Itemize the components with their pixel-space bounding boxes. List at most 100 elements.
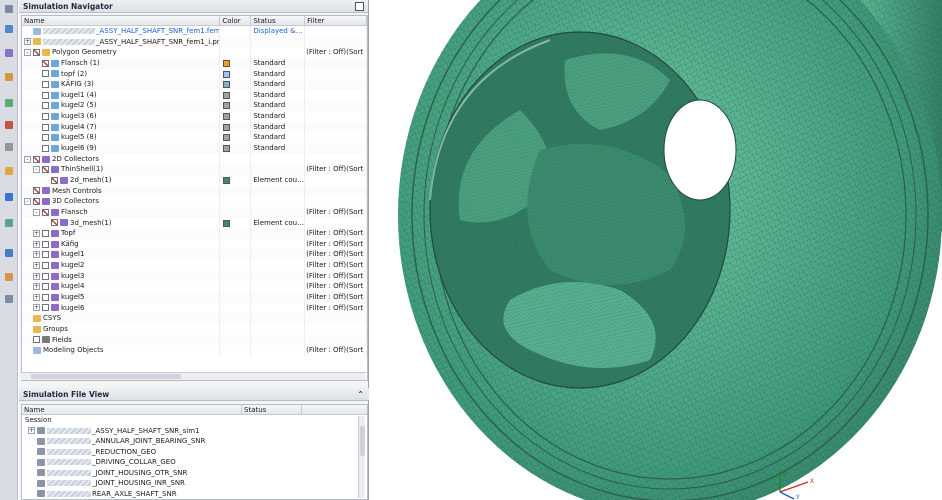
visibility-checkbox[interactable] xyxy=(42,123,49,131)
column-status[interactable]: Status xyxy=(251,16,306,25)
collapse-node-icon[interactable]: - xyxy=(33,166,40,174)
graphics-viewport[interactable]: X Z Y xyxy=(370,0,942,500)
fv-column-status[interactable]: Status xyxy=(242,405,302,414)
column-color[interactable]: Color xyxy=(220,16,252,25)
color-swatch[interactable] xyxy=(223,91,231,99)
tree-row[interactable]: CSYS xyxy=(22,313,367,324)
tree-row[interactable]: 3d_mesh(1) Element coun... xyxy=(22,217,367,229)
tree-row[interactable]: + Topf (Filter : Off)(Sort : O xyxy=(22,228,367,239)
expand-node-icon[interactable]: + xyxy=(33,304,40,312)
visibility-checkbox[interactable] xyxy=(42,70,49,78)
tree-row[interactable]: kugel5 (8) Standard xyxy=(22,132,367,144)
file-row[interactable]: _JOINT_HOUSING_OTR_SNR xyxy=(22,468,367,479)
fileview-vertical-scrollbar[interactable] xyxy=(358,416,365,498)
tree-row[interactable]: Fields xyxy=(22,334,367,346)
tree-row[interactable]: Mesh Controls xyxy=(22,185,367,197)
color-swatch[interactable] xyxy=(223,145,231,153)
visibility-checkbox[interactable] xyxy=(42,293,49,301)
sim-navigator-icon[interactable] xyxy=(2,22,16,36)
system-icon[interactable] xyxy=(2,216,16,230)
file-row[interactable]: _DRIVING_COLLAR_GEO xyxy=(22,457,367,468)
tree-row[interactable]: Modeling Objects (Filter : Off)(Sort : O xyxy=(22,345,367,356)
visibility-checkbox[interactable] xyxy=(42,102,49,110)
visibility-checkbox[interactable] xyxy=(42,59,49,67)
visibility-checkbox[interactable] xyxy=(42,261,49,269)
maximize-button[interactable] xyxy=(355,2,364,11)
expand-node-icon[interactable]: + xyxy=(28,427,35,435)
session-row[interactable]: Session xyxy=(22,415,367,426)
tree-row[interactable]: kugel1 (4) Standard xyxy=(22,89,367,101)
visibility-checkbox[interactable] xyxy=(33,198,40,206)
role-icon[interactable] xyxy=(2,292,16,306)
tree-row[interactable]: kugel6 (9) Standard xyxy=(22,143,367,154)
tree-row[interactable]: topf (2) Standard xyxy=(22,68,367,80)
fv-scroll-thumb[interactable] xyxy=(360,426,365,456)
color-swatch[interactable] xyxy=(223,102,231,110)
expand-node-icon[interactable]: + xyxy=(33,272,40,280)
expand-node-icon[interactable]: + xyxy=(24,38,31,46)
collapse-icon[interactable]: ⌃ xyxy=(357,388,364,401)
tree-row[interactable]: 2d_mesh(1) Element coun... xyxy=(22,174,367,186)
part-icon[interactable] xyxy=(2,70,16,84)
color-swatch[interactable] xyxy=(223,70,231,78)
info-icon[interactable] xyxy=(2,190,16,204)
tree-row[interactable]: _ASSY_HALF_SHAFT_SNR_fem1.fem Displayed &… xyxy=(22,26,367,37)
visibility-checkbox[interactable] xyxy=(42,144,49,152)
visibility-checkbox[interactable] xyxy=(42,112,49,120)
tree-row[interactable]: + kugel1 (Filter : Off)(Sort : O xyxy=(22,249,367,261)
color-swatch[interactable] xyxy=(223,123,231,131)
tree-row[interactable]: Groups xyxy=(22,323,367,335)
tree-row[interactable]: KÄFIG (3) Standard xyxy=(22,79,367,90)
file-row[interactable]: _REDUCTION_GEO xyxy=(22,447,367,458)
file-row[interactable]: REAR_AXLE_SHAFT_SNR xyxy=(22,489,367,500)
tree-row[interactable]: + kugel5 (Filter : Off)(Sort : O xyxy=(22,292,367,303)
constraint-icon[interactable] xyxy=(2,118,16,132)
file-row[interactable]: _ANNULAR_JOINT_BEARING_SNR xyxy=(22,436,367,447)
visibility-checkbox[interactable] xyxy=(42,251,49,259)
tree-row[interactable]: - 3D Collectors xyxy=(22,196,367,207)
tree-row[interactable]: - Flansch (Filter : Off)(Sort : O xyxy=(22,206,367,218)
horizontal-scrollbar[interactable] xyxy=(21,372,366,380)
visibility-checkbox[interactable] xyxy=(33,49,40,57)
expand-node-icon[interactable]: + xyxy=(33,229,40,237)
visibility-checkbox[interactable] xyxy=(51,176,58,184)
collapse-node-icon[interactable]: - xyxy=(33,208,40,216)
tree-row[interactable]: + kugel6 (Filter : Off)(Sort : O xyxy=(22,302,367,314)
tree-row[interactable]: - 2D Collectors xyxy=(22,153,367,165)
visibility-checkbox[interactable] xyxy=(33,155,40,163)
visibility-checkbox[interactable] xyxy=(42,304,49,312)
visibility-checkbox[interactable] xyxy=(42,81,49,89)
expand-node-icon[interactable]: + xyxy=(33,261,40,269)
tree-row[interactable]: - ThinShell(1) (Filter : Off)(Sort : O xyxy=(22,164,367,175)
expand-node-icon[interactable]: + xyxy=(33,283,40,291)
file-row[interactable]: + _ASSY_HALF_SHAFT_SNR_sim1 xyxy=(22,426,367,437)
color-swatch[interactable] xyxy=(223,176,231,184)
scroll-thumb[interactable] xyxy=(31,374,181,379)
visibility-checkbox[interactable] xyxy=(51,219,58,227)
visibility-checkbox[interactable] xyxy=(42,240,49,248)
collapse-node-icon[interactable]: - xyxy=(24,155,31,163)
tree-row[interactable]: + kugel2 (Filter : Off)(Sort : O xyxy=(22,260,367,271)
tree-row[interactable]: + kugel3 (Filter : Off)(Sort : O xyxy=(22,270,367,282)
visibility-checkbox[interactable] xyxy=(42,166,49,174)
fv-column-name[interactable]: Name xyxy=(22,405,242,414)
home-icon[interactable] xyxy=(2,2,16,16)
visibility-checkbox[interactable] xyxy=(42,91,49,99)
collapse-node-icon[interactable]: - xyxy=(24,49,31,57)
analysis-icon[interactable] xyxy=(2,164,16,178)
tree-row[interactable]: Flansch (1) Standard xyxy=(22,57,367,69)
color-swatch[interactable] xyxy=(223,113,231,121)
tree-row[interactable]: kugel2 (5) Standard xyxy=(22,100,367,112)
tree-row[interactable]: kugel4 (7) Standard xyxy=(22,121,367,133)
clock-icon[interactable] xyxy=(2,246,16,260)
color-swatch[interactable] xyxy=(223,59,231,67)
reuse-icon[interactable] xyxy=(2,96,16,110)
history-icon[interactable] xyxy=(2,140,16,154)
visibility-checkbox[interactable] xyxy=(33,187,40,195)
color-swatch[interactable] xyxy=(223,81,231,89)
tree-row[interactable]: kugel3 (6) Standard xyxy=(22,111,367,122)
tree-row[interactable]: + kugel4 (Filter : Off)(Sort : O xyxy=(22,281,367,293)
expand-node-icon[interactable]: + xyxy=(33,293,40,301)
tree-row[interactable]: - Polygon Geometry (Filter : Off)(Sort : O xyxy=(22,47,367,58)
tree-row[interactable]: + Käfig (Filter : Off)(Sort : O xyxy=(22,238,367,250)
